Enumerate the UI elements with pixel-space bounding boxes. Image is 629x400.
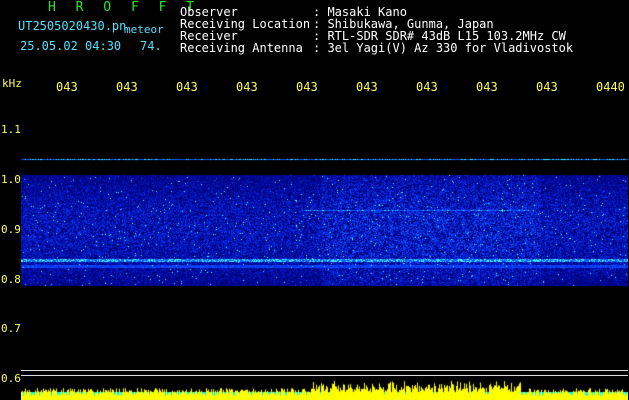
spectrogram-canvas xyxy=(21,95,628,400)
y-axis-unit: kHz xyxy=(2,77,22,90)
x-tick-label: 043 xyxy=(56,80,78,94)
x-tick-label: 043 xyxy=(536,80,558,94)
x-tick-label: 043 xyxy=(296,80,318,94)
x-tick-label: 043 xyxy=(176,80,198,94)
y-tick-label: 1.1 xyxy=(1,123,21,136)
x-tick-label: 043 xyxy=(356,80,378,94)
app-title: H R O F F T xyxy=(48,0,201,15)
y-tick-label: 0.8 xyxy=(1,273,21,286)
threshold-line xyxy=(21,370,628,371)
info-label-antenna: Receiving Antenna xyxy=(180,41,303,55)
x-tick-label: 043 xyxy=(116,80,138,94)
filename: UT2505020430.pn xyxy=(18,19,127,33)
datetime: 25.05.02 04:30 xyxy=(20,39,122,53)
y-tick-label: 0.6 xyxy=(1,372,21,385)
amplitude-strip xyxy=(21,376,628,400)
filename-suffix: meteor xyxy=(124,23,164,36)
info-value-antenna: : 3el Yagi(V) Az 330 for Vladivostok xyxy=(313,41,574,55)
y-tick-label: 0.9 xyxy=(1,223,21,236)
y-tick-label: 0.7 xyxy=(1,322,21,335)
x-tick-label: 043 xyxy=(416,80,438,94)
x-tick-label: 043 xyxy=(476,80,498,94)
x-tick-label: 043 xyxy=(236,80,258,94)
count: 74. xyxy=(140,39,162,53)
y-tick-label: 1.0 xyxy=(1,173,21,186)
x-tick-label: 0440 xyxy=(596,80,625,94)
